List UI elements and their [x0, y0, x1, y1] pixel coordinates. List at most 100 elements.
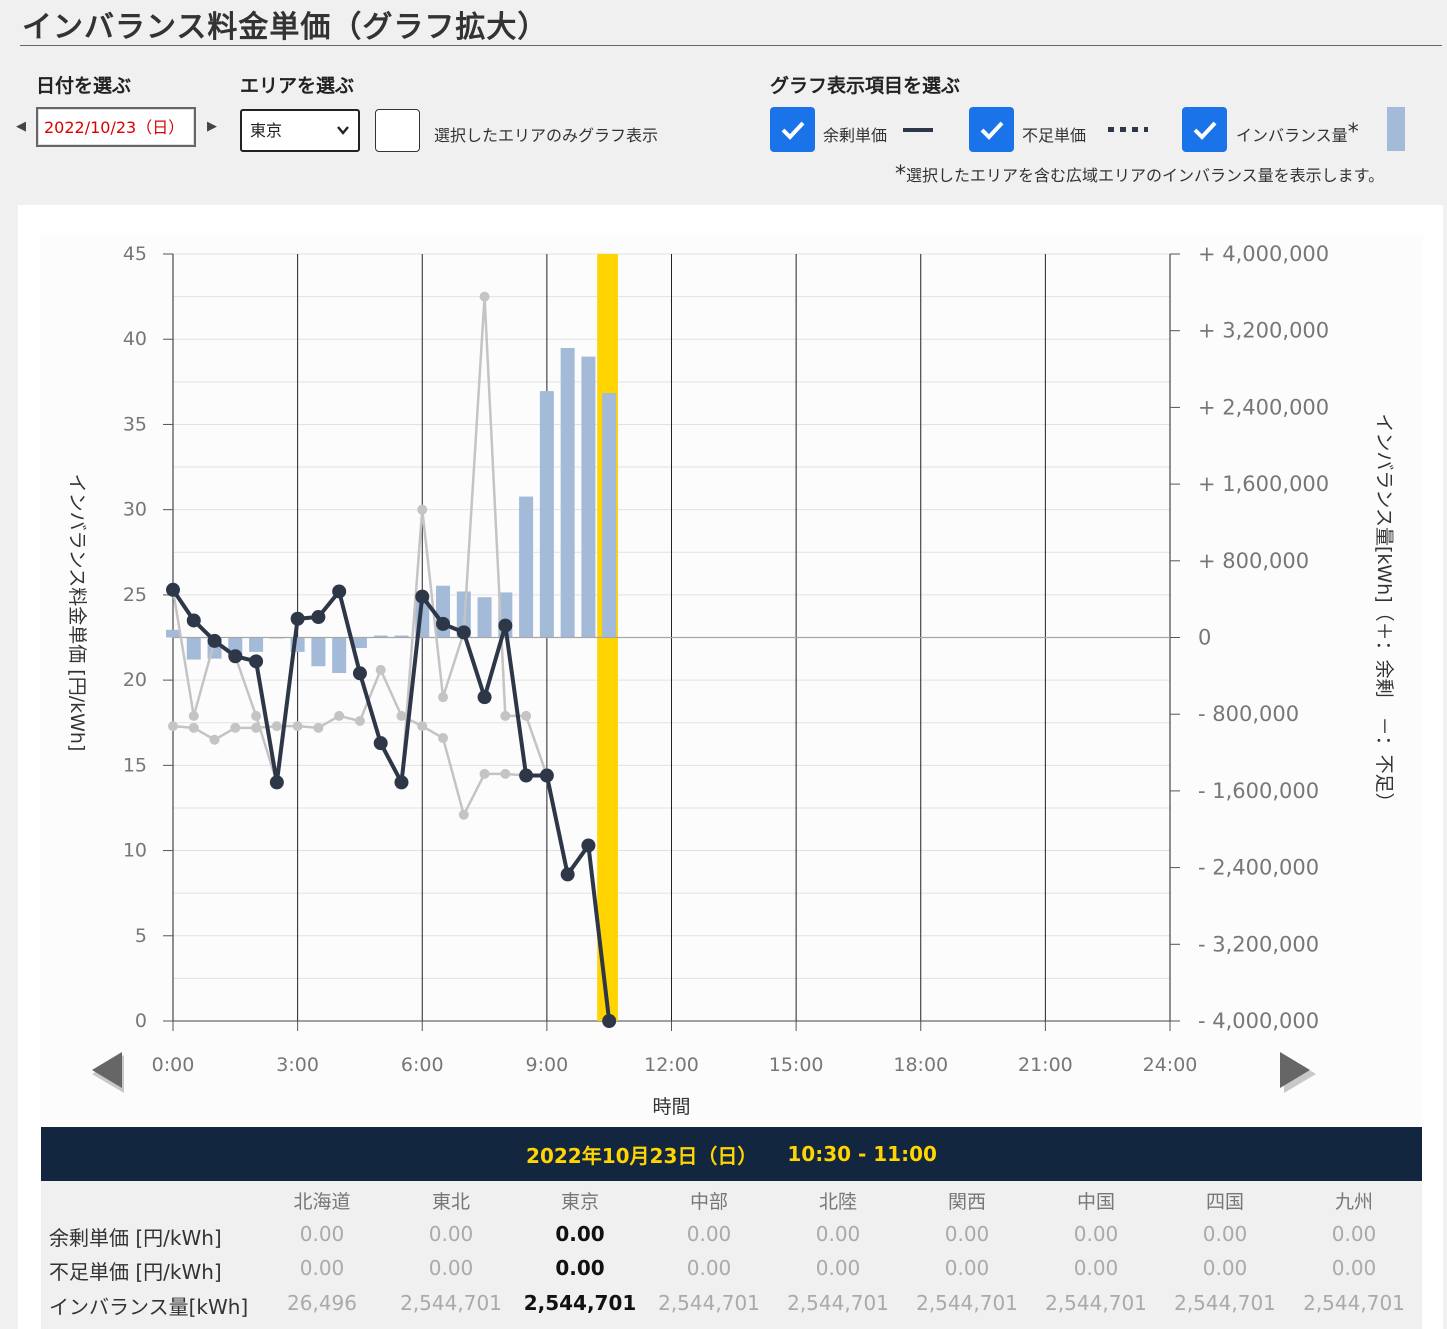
y-left-tick-label: 0 — [135, 1010, 147, 1032]
area-header: 四国 — [1205, 1191, 1245, 1213]
table-cell: 0.00 — [944, 1222, 990, 1246]
table-header: 2022年10月23日（日） 10:30 - 11:00 — [41, 1127, 1422, 1181]
table-cell: 2,544,701 — [787, 1291, 889, 1315]
imbalance-bar — [249, 637, 264, 652]
table-cell: 0.00 — [1202, 1256, 1248, 1280]
gray-series-b-point — [292, 721, 303, 732]
x-tick-label: 15:00 — [769, 1054, 824, 1076]
area-header: 中国 — [1076, 1191, 1116, 1213]
table-cell: 0.00 — [299, 1256, 345, 1280]
gray-series-a-point — [251, 710, 262, 721]
table-header-date: 2022年10月23日（日） — [526, 1143, 758, 1168]
table-cell: 0.00 — [428, 1256, 474, 1280]
imbalance-bar — [166, 629, 180, 638]
imbalance-bar — [539, 391, 554, 638]
area-header: 東北 — [431, 1191, 471, 1213]
shortage-checkbox[interactable] — [969, 107, 1014, 152]
area-only-checkbox[interactable] — [375, 109, 420, 152]
table-cell: 0.00 — [299, 1222, 345, 1246]
row-label: 余剰単価 [円/kWh] — [49, 1226, 222, 1250]
area-header: 北海道 — [293, 1191, 351, 1213]
area-header: 九州 — [1334, 1191, 1374, 1213]
gray-series-b-point — [230, 722, 241, 733]
gray-series-b-point — [396, 710, 407, 721]
surplus-price-point — [352, 666, 367, 681]
surplus-price-point — [207, 633, 222, 648]
gray-series-b-point — [209, 734, 220, 745]
surplus-price-point — [166, 582, 180, 597]
table-cell: 2,544,701 — [1045, 1291, 1147, 1315]
gray-series-b-point — [354, 716, 365, 727]
checkmark-icon — [980, 121, 1003, 140]
x-tick-label: 18:00 — [893, 1054, 948, 1076]
y-left-tick-label: 5 — [135, 925, 147, 947]
surplus-price-point — [519, 768, 534, 783]
shortage-legend-dots — [1108, 127, 1148, 132]
table-cell: 0.00 — [1331, 1222, 1377, 1246]
area-header: 中部 — [689, 1191, 729, 1213]
y-right-tick-label: + 3,200,000 — [1198, 319, 1329, 343]
area-only-label: 選択したエリアのみグラフ表示 — [434, 126, 659, 145]
gray-series-b-point — [188, 722, 199, 733]
gray-series-b-point — [375, 664, 386, 675]
triangle-right-icon[interactable]: ▶ — [207, 119, 217, 134]
checkmark-icon — [1193, 121, 1216, 140]
y-left-tick-label: 45 — [123, 243, 147, 265]
triangle-left-icon[interactable]: ◀ — [16, 119, 26, 134]
gray-series-b-point — [458, 809, 469, 820]
gray-series-b-point — [313, 722, 324, 733]
imbalance-checkbox[interactable] — [1182, 107, 1227, 152]
asterisk: * — [1347, 120, 1359, 145]
price-table: 北海道 東北 東京 中部 北陸 関西 中国 四国 九州 余剰単価 [円/kWh] 0.00 0.00 0… — [41, 1181, 1422, 1329]
surplus-price-point — [311, 610, 326, 625]
gray-series-b-point — [479, 768, 490, 779]
gray-series-b-point — [500, 768, 511, 779]
y-right-tick-label: + 800,000 — [1198, 549, 1309, 573]
area-label: エリアを選ぶ — [240, 75, 355, 97]
surplus-price-point — [269, 775, 284, 790]
y-right-tick-label: - 3,200,000 — [1198, 932, 1319, 956]
x-tick-label: 6:00 — [401, 1054, 444, 1076]
title-divider — [20, 45, 1442, 46]
table-cell: 2,544,701 — [400, 1291, 502, 1315]
surplus-price-point — [290, 611, 305, 626]
y-left-tick-label: 10 — [123, 840, 147, 862]
surplus-price-point — [186, 613, 201, 628]
y-right-tick-label: - 1,600,000 — [1198, 779, 1319, 803]
gray-series-a-point — [500, 710, 511, 721]
y-right-tick-label: - 2,400,000 — [1198, 856, 1319, 880]
table-cell: 0.00 — [555, 1256, 605, 1280]
imbalance-label: インバランス量* — [1236, 120, 1359, 145]
table-cell: 0.00 — [1073, 1222, 1119, 1246]
x-tick-label: 21:00 — [1018, 1054, 1073, 1076]
area-select[interactable]: 東京 — [240, 109, 360, 152]
row-label: 不足単価 [円/kWh] — [49, 1260, 222, 1284]
imbalance-bar — [332, 637, 347, 673]
x-tick-label: 12:00 — [644, 1054, 699, 1076]
x-tick-label: 24:00 — [1143, 1054, 1198, 1076]
imbalance-bar — [519, 496, 534, 638]
checkmark-icon — [781, 121, 804, 140]
area-select-value: 東京 — [250, 121, 283, 140]
table-cell: 2,544,701 — [658, 1291, 760, 1315]
table-cell: 26,496 — [287, 1291, 357, 1315]
triangle-left-icon[interactable] — [88, 1050, 128, 1104]
imbalance-bar — [560, 347, 575, 638]
table-cell: 0.00 — [815, 1222, 861, 1246]
surplus-checkbox[interactable] — [770, 107, 815, 152]
gray-series-b-point — [271, 721, 282, 732]
gray-series-a-point — [417, 504, 428, 515]
area-header: 東京 — [560, 1191, 600, 1213]
imbalance-bar — [602, 393, 617, 638]
surplus-label: 余剰単価 — [823, 126, 888, 145]
y-right-tick-label: 0 — [1198, 626, 1211, 650]
y-right-tick-label: - 800,000 — [1198, 702, 1299, 726]
table-cell: 2,544,701 — [1174, 1291, 1276, 1315]
surplus-price-point — [332, 584, 347, 599]
table-cell: 2,544,701 — [916, 1291, 1018, 1315]
gray-series-b-point — [438, 733, 449, 744]
date-input[interactable]: 2022/10/23（日） — [36, 107, 196, 147]
triangle-right-icon[interactable] — [1278, 1050, 1318, 1104]
page-title: インバランス料金単価（グラフ拡大） — [22, 10, 549, 45]
area-header: 関西 — [947, 1191, 987, 1213]
